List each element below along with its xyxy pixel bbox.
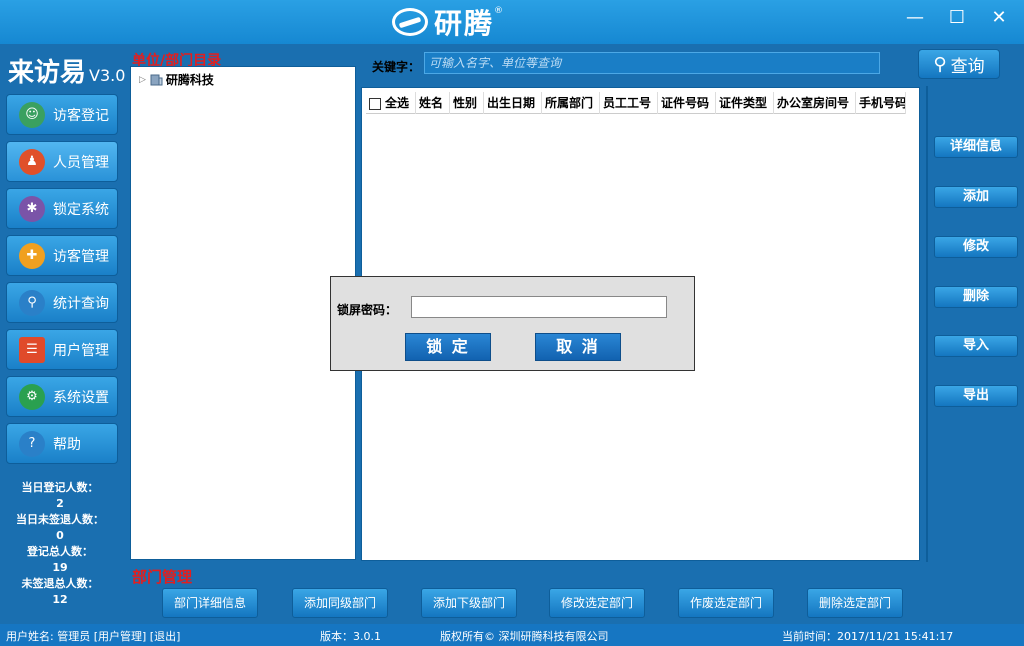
bug-lock-icon: ✱ xyxy=(19,195,45,222)
sidebar-item-help[interactable]: ? 帮助 xyxy=(6,423,118,464)
lock-button[interactable]: 锁 定 xyxy=(405,333,491,361)
status-time: 当前时间：2017/11/21 15:41:17 xyxy=(782,630,954,643)
stat-value: 0 xyxy=(56,529,64,542)
department-detail-button[interactable]: 部门详细信息 xyxy=(162,588,258,618)
column-header[interactable]: 性别 xyxy=(450,92,484,114)
sidebar-item-user-management[interactable]: ☰ 用户管理 xyxy=(6,329,118,370)
sidebar-item-label: 帮助 xyxy=(53,436,81,453)
edit-department-button[interactable]: 修改选定部门 xyxy=(549,588,645,618)
department-tree-panel: 单位/部门目录 ▷ 研腾科技 xyxy=(126,44,358,562)
lock-password-label: 锁屏密码： xyxy=(337,303,398,317)
sidebar-item-label: 锁定系统 xyxy=(53,201,109,218)
column-header[interactable]: 所属部门 xyxy=(542,92,600,114)
department-tree[interactable]: ▷ 研腾科技 xyxy=(130,66,356,560)
help-icon: ? xyxy=(19,430,45,457)
sidebar-item-label: 用户管理 xyxy=(53,342,109,359)
status-version: 版本：3.0.1 xyxy=(320,630,381,643)
stat-value: 12 xyxy=(52,593,68,606)
add-child-department-button[interactable]: 添加下级部门 xyxy=(421,588,517,618)
add-sibling-department-button[interactable]: 添加同级部门 xyxy=(292,588,388,618)
select-all-checkbox[interactable] xyxy=(369,97,381,110)
sidebar-item-label: 访客登记 xyxy=(53,107,109,124)
status-bar: 用户姓名: 管理员 [用户管理] [退出] 版本：3.0.1 版权所有© 深圳研… xyxy=(0,624,1024,646)
column-header[interactable]: 证件类型 xyxy=(716,92,774,114)
minimize-button[interactable]: — xyxy=(900,6,930,30)
search-button[interactable]: ⚲ 查询 xyxy=(918,49,1000,79)
app-version: V3.0 xyxy=(89,66,126,85)
magnifier-icon: ⚲ xyxy=(19,289,45,316)
sidebar-item-label: 系统设置 xyxy=(53,389,109,406)
table-header: 全选 姓名 性别 出生日期 所属部门 员工工号 证件号码 证件类型 办公室房间号… xyxy=(366,92,906,114)
sidebar-item-staff-management[interactable]: ♟ 人员管理 xyxy=(6,141,118,182)
void-department-button[interactable]: 作废选定部门 xyxy=(678,588,774,618)
lock-screen-dialog: 锁屏密码： 锁 定 取 消 xyxy=(330,276,695,371)
expand-triangle-icon[interactable]: ▷ xyxy=(139,75,146,85)
edit-button[interactable]: 修改 xyxy=(934,236,1018,258)
delete-department-button[interactable]: 删除选定部门 xyxy=(807,588,903,618)
brand-logo-text: 研腾 xyxy=(434,7,495,40)
sidebar-item-visitor-register[interactable]: ☺ 访客登记 xyxy=(6,94,118,135)
keyword-input[interactable] xyxy=(424,52,880,74)
stat-value: 2 xyxy=(56,497,64,510)
column-header[interactable]: 办公室房间号 xyxy=(774,92,856,114)
sidebar-item-label: 统计查询 xyxy=(53,295,109,312)
sidebar-item-statistics[interactable]: ⚲ 统计查询 xyxy=(6,282,118,323)
lock-password-input[interactable] xyxy=(411,296,667,318)
tree-node-root[interactable]: ▷ 研腾科技 xyxy=(139,71,214,88)
sidebar-item-label: 访客管理 xyxy=(53,248,109,265)
brand-logo-icon xyxy=(392,8,428,36)
title-bar: 研腾 ® — ☐ ✕ xyxy=(0,0,1024,44)
add-button[interactable]: 添加 xyxy=(934,186,1018,208)
sidebar-item-system-settings[interactable]: ⚙ 系统设置 xyxy=(6,376,118,417)
export-button[interactable]: 导出 xyxy=(934,385,1018,407)
import-button[interactable]: 导入 xyxy=(934,335,1018,357)
maximize-button[interactable]: ☐ xyxy=(942,6,972,30)
stat-label: 未签退总人数： xyxy=(21,577,99,590)
building-icon xyxy=(150,74,163,86)
sidebar: 来访易 V3.0 ☺ 访客登记 ♟ 人员管理 ✱ 锁定系统 ✚ 访客管理 ⚲ 统… xyxy=(0,44,126,624)
column-header[interactable]: 姓名 xyxy=(416,92,450,114)
sidebar-item-label: 人员管理 xyxy=(53,154,109,171)
document-list-icon: ☰ xyxy=(19,336,45,363)
select-all-header[interactable]: 全选 xyxy=(366,92,416,114)
registered-mark: ® xyxy=(494,6,504,16)
tree-node-label: 研腾科技 xyxy=(165,73,214,87)
visitor-add-icon: ✚ xyxy=(19,242,45,269)
close-button[interactable]: ✕ xyxy=(984,6,1014,30)
search-button-label: 查询 xyxy=(950,56,985,77)
visitor-register-icon: ☺ xyxy=(19,101,45,128)
app-name: 来访易 V3.0 xyxy=(8,52,125,89)
keyword-label: 关键字： xyxy=(372,60,421,74)
column-header[interactable]: 出生日期 xyxy=(484,92,542,114)
delete-button[interactable]: 删除 xyxy=(934,286,1018,308)
sidebar-item-lock-system[interactable]: ✱ 锁定系统 xyxy=(6,188,118,229)
stat-value: 19 xyxy=(52,561,68,574)
stat-label: 当日未签退人数： xyxy=(16,513,104,526)
column-header[interactable]: 员工工号 xyxy=(600,92,658,114)
gear-icon: ⚙ xyxy=(19,383,45,410)
cancel-button[interactable]: 取 消 xyxy=(535,333,621,361)
brand-logo: 研腾 ® xyxy=(392,4,503,40)
search-icon: ⚲ xyxy=(933,53,947,75)
status-user[interactable]: 用户姓名: 管理员 [用户管理] [退出] xyxy=(6,628,180,644)
status-copyright: 版权所有© 深圳研腾科技有限公司 xyxy=(440,630,609,643)
person-shirt-icon: ♟ xyxy=(19,148,45,175)
column-header[interactable]: 证件号码 xyxy=(658,92,716,114)
action-panel: 详细信息 添加 修改 删除 导入 导出 xyxy=(926,86,1024,562)
app-name-text: 来访易 xyxy=(8,58,87,88)
sidebar-item-visitor-management[interactable]: ✚ 访客管理 xyxy=(6,235,118,276)
stat-label: 当日登记人数： xyxy=(21,481,99,494)
stats-panel: 当日登记人数： 2 当日未签退人数： 0 登记总人数： 19 未签退总人数： 1… xyxy=(0,480,120,608)
detail-button[interactable]: 详细信息 xyxy=(934,136,1018,158)
stat-label: 登记总人数： xyxy=(27,545,93,558)
column-header[interactable]: 手机号码 xyxy=(856,92,906,114)
department-management-bar: 部门管理 部门详细信息 添加同级部门 添加下级部门 修改选定部门 作废选定部门 … xyxy=(126,562,1024,624)
department-title: 部门管理 xyxy=(132,568,193,586)
